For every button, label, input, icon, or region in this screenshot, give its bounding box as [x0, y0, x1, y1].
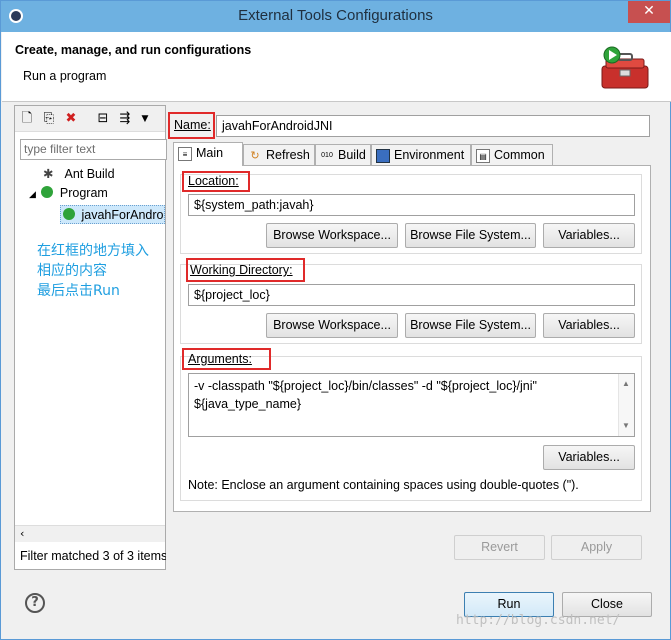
tree-item-label: Program [59, 186, 108, 200]
name-field[interactable]: javahForAndroidJNI [216, 115, 650, 137]
main-tab-panel: Location: ${system_path:javah} Browse Wo… [173, 165, 651, 512]
tree-item-label: javahForAndroidJNI [81, 208, 164, 222]
tab-refresh[interactable]: ↻ Refresh [243, 144, 315, 166]
location-label: Location: [188, 174, 239, 188]
watermark-text: http://blog.csdn.net/ [456, 613, 621, 628]
horizontal-scrollbar[interactable]: ‹ [15, 525, 165, 542]
arguments-label: Arguments: [188, 352, 252, 366]
variables-button[interactable]: Variables... [543, 313, 635, 338]
working-directory-label: Working Directory: [190, 263, 293, 277]
help-icon[interactable]: ? [25, 593, 45, 613]
arguments-line: -v -classpath "${project_loc}/bin/classe… [194, 379, 537, 393]
arguments-textarea[interactable]: -v -classpath "${project_loc}/bin/classe… [188, 373, 635, 437]
arguments-note: Note: Enclose an argument containing spa… [188, 478, 579, 492]
toolbox-icon [601, 46, 649, 89]
annotation-line: 相应的内容 [37, 263, 107, 279]
filter-status: Filter matched 3 of 3 items [20, 549, 166, 563]
scroll-left-icon[interactable]: ‹ [20, 527, 24, 540]
main-icon: ≡ [178, 147, 192, 161]
run-config-icon [63, 208, 75, 220]
tab-build[interactable]: 010 Build [315, 144, 371, 166]
tab-label: Main [196, 146, 224, 160]
browse-file-system-button[interactable]: Browse File System... [405, 223, 536, 248]
arguments-line: ${java_type_name} [194, 397, 302, 411]
refresh-icon: ↻ [250, 150, 260, 162]
ant-icon: ✱ [43, 167, 54, 181]
annotation-text: 在红框的地方填入 相应的内容 最后点击Run [37, 241, 149, 301]
variables-button[interactable]: Variables... [543, 223, 635, 248]
annotation-line: 最后点击Run [37, 283, 120, 299]
common-icon: ▤ [476, 149, 490, 163]
apply-button[interactable]: Apply [551, 535, 642, 560]
tab-environment[interactable]: Environment [371, 144, 471, 166]
environment-icon [376, 149, 390, 163]
config-tree-panel: 🗋 ⎘ ✖ ⊟ ⇶ ▼ type filter text ✱ Ant Build… [14, 105, 167, 570]
program-icon [41, 186, 54, 198]
duplicate-icon[interactable]: ⎘ [41, 111, 57, 127]
tab-label: Refresh [266, 148, 310, 162]
delete-icon[interactable]: ✖ [63, 111, 79, 127]
tab-label: Build [338, 148, 366, 162]
build-icon: 010 [321, 152, 333, 159]
revert-button[interactable]: Revert [454, 535, 545, 560]
tree-item-label: Ant Build [64, 167, 115, 181]
tree-item-program[interactable]: ◢ Program [29, 186, 108, 200]
tab-common[interactable]: ▤ Common [471, 144, 553, 166]
close-window-button[interactable]: ✕ [628, 1, 670, 23]
scroll-up-icon[interactable]: ▲ [622, 375, 630, 393]
tab-label: Environment [394, 148, 465, 162]
browse-workspace-button[interactable]: Browse Workspace... [266, 313, 398, 338]
working-directory-field[interactable]: ${project_loc} [188, 284, 635, 306]
tab-label: Common [494, 148, 545, 162]
browse-file-system-button[interactable]: Browse File System... [405, 313, 536, 338]
variables-button[interactable]: Variables... [543, 445, 635, 470]
annotation-line: 在红框的地方填入 [37, 243, 149, 259]
tree-item-ant-build[interactable]: ✱ Ant Build [43, 166, 115, 181]
tab-main[interactable]: ≡ Main [173, 142, 243, 166]
tree-item-javah-config[interactable]: javahForAndroidJNI [60, 205, 165, 224]
header-subtitle: Run a program [23, 69, 107, 83]
name-label: Name: [174, 118, 211, 132]
title-bar[interactable]: External Tools Configurations ✕ [1, 1, 670, 32]
location-field[interactable]: ${system_path:javah} [188, 194, 635, 216]
window-title: External Tools Configurations [238, 7, 433, 24]
browse-workspace-button[interactable]: Browse Workspace... [266, 223, 398, 248]
tree-toolbar: 🗋 ⎘ ✖ ⊟ ⇶ ▼ [15, 106, 165, 132]
header-area: Create, manage, and run configurations R… [2, 32, 671, 102]
scroll-down-icon[interactable]: ▼ [622, 417, 630, 435]
dialog-window: External Tools Configurations ✕ Create, … [0, 0, 671, 640]
expand-arrow-icon[interactable]: ◢ [29, 189, 36, 199]
collapse-all-icon[interactable]: ⊟ [95, 111, 111, 127]
filter-icon[interactable]: ⇶ [117, 111, 133, 127]
vertical-scrollbar[interactable]: ▲ ▼ [618, 374, 634, 436]
new-config-icon[interactable]: 🗋 [19, 111, 35, 127]
filter-input[interactable]: type filter text [20, 139, 167, 160]
chevron-down-icon[interactable]: ▼ [137, 111, 153, 127]
header-title: Create, manage, and run configurations [15, 43, 252, 57]
